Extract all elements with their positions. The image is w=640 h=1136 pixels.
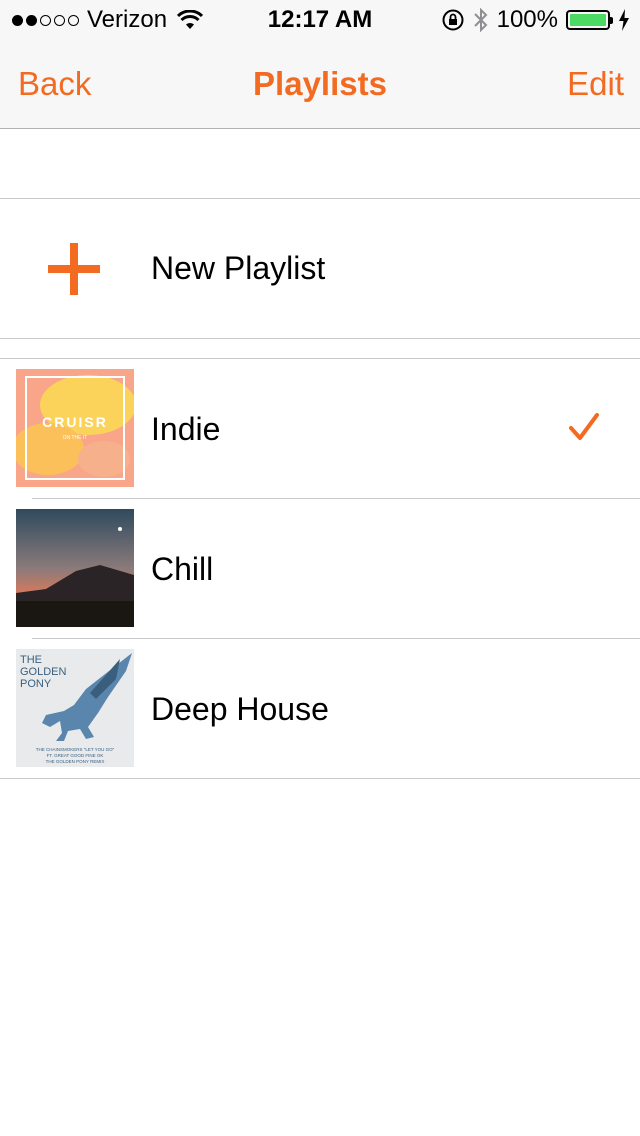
- album-art-indie: CRUISR ON THE IT: [16, 369, 134, 487]
- battery-icon: [566, 10, 613, 30]
- svg-text:ON THE IT: ON THE IT: [63, 435, 88, 441]
- navigation-bar: Back Playlists Edit: [0, 40, 640, 129]
- status-bar: Verizon 12:17 AM 100%: [0, 0, 640, 40]
- new-playlist-row[interactable]: New Playlist: [0, 198, 640, 339]
- svg-text:CRUISR: CRUISR: [42, 414, 108, 430]
- edit-button[interactable]: Edit: [567, 40, 624, 128]
- album-art-deep-house: THE GOLDEN PONY THE CHAINSMOKERS "LET YO…: [16, 649, 134, 767]
- playlist-label: Deep House: [151, 691, 329, 727]
- plus-icon: [48, 243, 100, 295]
- status-bar-right: 100%: [441, 0, 630, 40]
- checkmark-icon: [569, 413, 599, 440]
- charging-bolt-icon: [619, 9, 629, 31]
- svg-text:FT. GREAT GOOD FINE OK: FT. GREAT GOOD FINE OK: [47, 753, 104, 758]
- album-art-chill: [16, 509, 134, 627]
- playlist-row-deep-house[interactable]: THE GOLDEN PONY THE CHAINSMOKERS "LET YO…: [0, 639, 640, 779]
- new-playlist-label: New Playlist: [151, 250, 326, 286]
- svg-text:THE GOLDEN PONY REMIX: THE GOLDEN PONY REMIX: [46, 759, 105, 764]
- playlist-row-chill[interactable]: Chill: [0, 499, 640, 639]
- orientation-lock-icon: [442, 9, 464, 31]
- row-separator: [0, 778, 640, 779]
- bluetooth-icon: [473, 7, 488, 33]
- playlist-list: CRUISR ON THE IT Indie Chill THE GOLDEN …: [0, 358, 640, 779]
- page-title: Playlists: [253, 65, 387, 102]
- playlist-label: Indie: [151, 411, 221, 447]
- svg-text:THE CHAINSMOKERS "LET YOU GO": THE CHAINSMOKERS "LET YOU GO": [36, 747, 115, 752]
- playlist-label: Chill: [151, 551, 214, 587]
- battery-percent: 100%: [496, 6, 558, 33]
- svg-text:GOLDEN: GOLDEN: [20, 666, 67, 678]
- playlist-row-indie[interactable]: CRUISR ON THE IT Indie: [0, 359, 640, 499]
- svg-text:THE: THE: [20, 654, 42, 666]
- svg-text:PONY: PONY: [20, 678, 52, 690]
